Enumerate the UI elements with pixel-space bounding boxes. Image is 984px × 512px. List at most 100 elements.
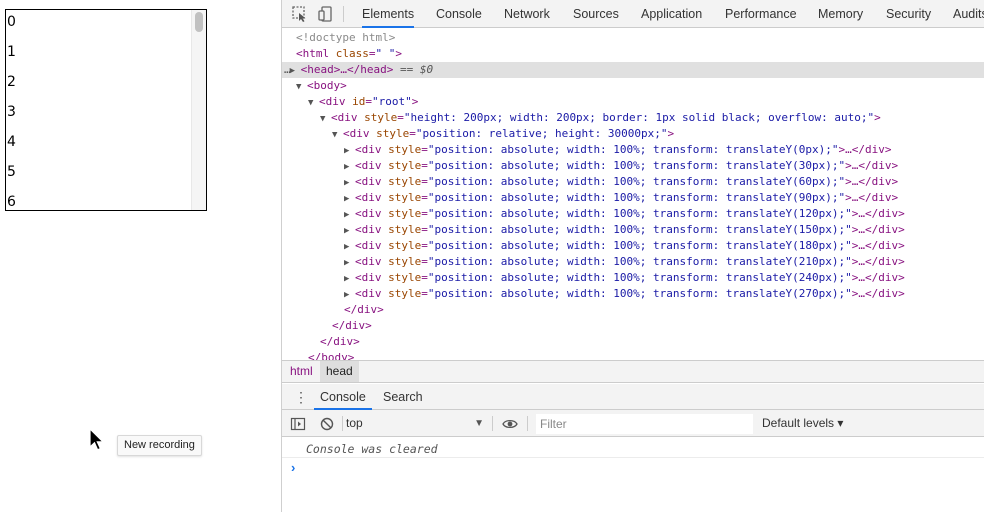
dom-node-row[interactable]: ▶ <div style="position: absolute; width: … (282, 270, 984, 286)
expand-triangle-icon[interactable]: ▶ (344, 239, 355, 255)
row-close-tag: …</div> (858, 271, 905, 284)
dom-node-row[interactable]: ▶ <div style="position: absolute; width: … (282, 222, 984, 238)
attr-value: "root" (372, 95, 412, 108)
expand-triangle-icon[interactable]: ▶ (344, 143, 355, 159)
breadcrumb-head[interactable]: head (320, 361, 359, 382)
dom-node-body[interactable]: ▼ <body> (282, 78, 984, 94)
context-value: top (346, 416, 363, 430)
attr-value: "position: absolute; width: 100%; transf… (427, 191, 846, 204)
tab-memory[interactable]: Memory (818, 0, 863, 28)
dom-node-root[interactable]: ▼ <div id="root"> (282, 94, 984, 110)
attr-value: "position: absolute; width: 100%; transf… (427, 271, 852, 284)
drawer-tab-search[interactable]: Search (377, 384, 429, 410)
vertical-scrollbar[interactable] (191, 10, 206, 210)
expand-triangle-icon[interactable]: ▶ (344, 191, 355, 207)
dom-node-close[interactable]: </div> (282, 334, 984, 350)
scrollbar-thumb[interactable] (195, 12, 203, 32)
clear-console-icon[interactable] (319, 416, 335, 432)
tab-application[interactable]: Application (641, 0, 702, 28)
expand-triangle-icon[interactable]: ▶ (344, 223, 355, 239)
dom-node-row[interactable]: ▶ <div style="position: absolute; width: … (282, 286, 984, 302)
row-close-tag: …</div> (858, 207, 905, 220)
attr-value: "position: absolute; width: 100%; transf… (427, 175, 846, 188)
console-output: Console was cleared › (282, 437, 984, 512)
collapse-triangle-icon[interactable]: ▼ (332, 127, 343, 143)
expand-triangle-icon[interactable]: ▶ (344, 207, 355, 223)
list-item: 2 (7, 74, 16, 90)
console-filter-input[interactable] (536, 414, 753, 434)
dom-node-html[interactable]: <html class=" "> (282, 46, 984, 62)
dom-node-row[interactable]: ▶ <div style="position: absolute; width: … (282, 142, 984, 158)
div-close-tag: </div> (332, 319, 372, 332)
body-close-tag: </body> (308, 351, 355, 360)
dom-node-row[interactable]: ▶ <div style="position: absolute; width: … (282, 254, 984, 270)
tab-security[interactable]: Security (886, 0, 931, 28)
drawer-menu-icon[interactable]: ⋮ (294, 389, 308, 405)
html-attr-value: " " (375, 47, 396, 60)
dom-node-close[interactable]: </div> (282, 318, 984, 334)
expand-triangle-icon[interactable]: ▶ (344, 159, 355, 175)
head-tag: <head>…</head> (300, 63, 394, 76)
collapse-triangle-icon[interactable]: ▼ (308, 95, 319, 111)
device-toolbar-icon[interactable] (317, 5, 335, 23)
dom-node-row[interactable]: ▶ <div style="position: absolute; width: … (282, 158, 984, 174)
list-item: 3 (7, 104, 16, 120)
expand-triangle-icon[interactable]: ▶ (344, 271, 355, 287)
show-sidebar-icon[interactable] (290, 416, 306, 432)
breadcrumb-html[interactable]: html (284, 361, 319, 382)
expand-triangle-icon[interactable]: ▶ (344, 255, 355, 271)
virtual-list-container[interactable]: 0 1 2 3 4 5 6 (5, 9, 207, 211)
attr-value: "height: 200px; width: 200px; border: 1p… (403, 111, 875, 124)
console-prompt-icon[interactable]: › (291, 459, 295, 477)
attr-name: style (388, 287, 422, 300)
dom-node-close[interactable]: </body> (282, 350, 984, 360)
attr-name: style (388, 271, 422, 284)
attr-name: style (388, 143, 422, 156)
expand-triangle-icon[interactable]: ▶ (344, 287, 355, 303)
row-close-tag: …</div> (858, 239, 905, 252)
console-toolbar: top ▼ Default levels ▾ (282, 410, 984, 437)
live-expression-eye-icon[interactable] (502, 416, 518, 432)
dom-node-row[interactable]: ▶ <div style="position: absolute; width: … (282, 238, 984, 254)
tab-elements[interactable]: Elements (362, 0, 415, 28)
tab-performance[interactable]: Performance (725, 0, 797, 28)
expand-triangle-icon[interactable]: ▶ (344, 175, 355, 191)
tab-sources[interactable]: Sources (573, 0, 619, 28)
toolbar-divider (342, 416, 343, 431)
attr-name: style (376, 127, 410, 140)
dom-node-row[interactable]: ▶ <div style="position: absolute; width: … (282, 206, 984, 222)
dom-node-head-selected[interactable]: …▶ <head>…</head> == $0 (282, 62, 984, 78)
list-item: 5 (7, 164, 16, 180)
dom-node-scroll-container[interactable]: ▼ <div style="height: 200px; width: 200px… (282, 110, 984, 126)
tooltip: New recording (117, 435, 202, 456)
dom-node-row[interactable]: ▶ <div style="position: absolute; width: … (282, 190, 984, 206)
row-close-tag: …</div> (858, 287, 905, 300)
divider (282, 457, 984, 458)
expand-triangle-icon[interactable]: ▶ (290, 63, 301, 79)
dom-node-row[interactable]: ▶ <div style="position: absolute; width: … (282, 174, 984, 190)
attr-name: style (388, 191, 422, 204)
mouse-cursor-icon (89, 428, 105, 451)
attr-name: style (388, 207, 422, 220)
page-viewport: 0 1 2 3 4 5 6 New recording (0, 0, 281, 512)
drawer-tab-console[interactable]: Console (314, 384, 372, 410)
dom-node-inner-container[interactable]: ▼ <div style="position: relative; height:… (282, 126, 984, 142)
log-levels-dropdown[interactable]: Default levels ▾ (762, 410, 843, 437)
selected-node-marker: == $0 (399, 63, 434, 76)
tab-network[interactable]: Network (504, 0, 550, 28)
inspect-element-icon[interactable] (291, 5, 309, 23)
attr-value: "position: absolute; width: 100%; transf… (427, 239, 852, 252)
attr-name: style (388, 159, 422, 172)
dom-node-close[interactable]: </div> (282, 302, 984, 318)
list-item: 4 (7, 134, 16, 150)
attr-name: style (388, 223, 422, 236)
collapse-triangle-icon[interactable]: ▼ (320, 111, 331, 127)
tab-console[interactable]: Console (436, 0, 482, 28)
collapse-triangle-icon[interactable]: ▼ (296, 79, 307, 95)
dom-node-doctype[interactable]: <!doctype html> (282, 30, 984, 46)
toolbar-divider (527, 416, 528, 431)
attr-name: id (352, 95, 366, 108)
tab-audits[interactable]: Audits (953, 0, 984, 28)
context-selector[interactable]: top ▼ (346, 410, 484, 437)
breadcrumb: html head (282, 360, 984, 383)
